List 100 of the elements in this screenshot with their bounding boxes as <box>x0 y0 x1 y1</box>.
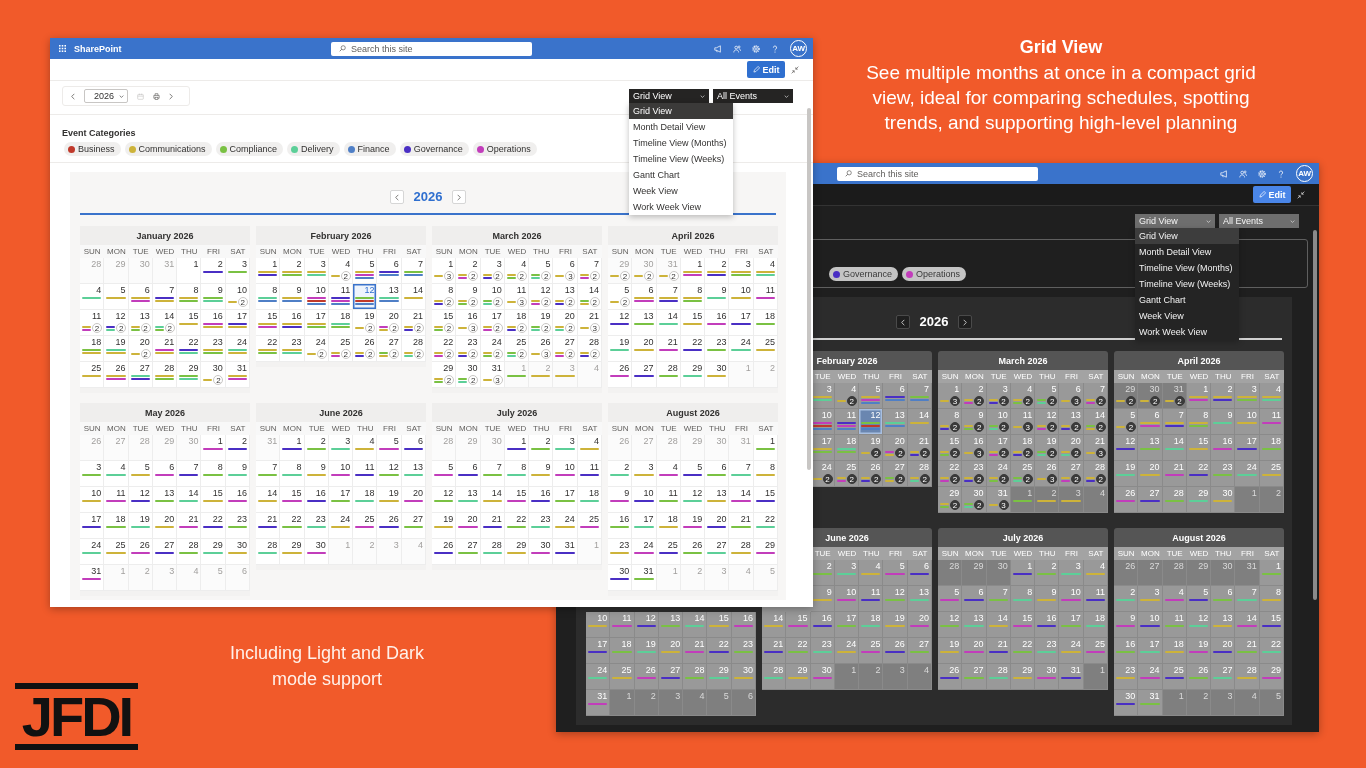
day-cell[interactable]: 7 <box>656 284 681 310</box>
day-cell[interactable]: 26 2 <box>859 461 884 487</box>
day-cell[interactable]: 14 2 <box>1083 409 1108 435</box>
filter-dropdown[interactable]: All Events <box>1219 214 1299 228</box>
megaphone-icon[interactable] <box>1220 169 1228 178</box>
day-cell[interactable]: 7 <box>480 461 505 487</box>
day-cell[interactable]: 31 <box>225 362 250 388</box>
category-chip[interactable]: Compliance <box>215 142 284 156</box>
day-cell[interactable]: 18 <box>104 513 129 539</box>
day-cell[interactable]: 3 <box>328 435 354 461</box>
day-cell[interactable]: 18 2 <box>1010 435 1036 461</box>
day-cell[interactable]: 3 <box>80 461 105 487</box>
day-cell[interactable]: 12 <box>377 461 402 487</box>
more-events-badge[interactable]: 2 <box>237 297 248 307</box>
more-events-badge[interactable]: 2 <box>974 396 985 406</box>
day-cell[interactable]: 15 <box>504 487 530 513</box>
more-events-badge[interactable]: 2 <box>1047 448 1058 458</box>
filter-dropdown[interactable]: All Events <box>713 89 793 103</box>
more-events-badge[interactable]: 2 <box>974 474 985 484</box>
more-events-badge[interactable]: 2 <box>950 422 960 432</box>
megaphone-icon[interactable] <box>714 44 722 53</box>
day-cell[interactable]: 24 2 <box>304 336 329 362</box>
more-events-badge[interactable]: 2 <box>998 474 1009 484</box>
day-cell[interactable]: 22 <box>201 513 226 539</box>
scrollbar-thumb[interactable] <box>1313 230 1317 600</box>
view-dropdown[interactable]: Grid View <box>629 89 709 103</box>
day-cell[interactable]: 20 2 <box>128 336 153 362</box>
day-cell[interactable]: 23 <box>529 513 554 539</box>
view-dropdown[interactable]: Grid View <box>1135 214 1215 228</box>
edit-button[interactable]: Edit <box>1253 186 1291 203</box>
more-events-badge[interactable]: 2 <box>516 271 527 281</box>
more-events-badge[interactable]: 3 <box>492 375 503 385</box>
day-cell[interactable]: 19 2 <box>353 310 378 336</box>
day-cell[interactable]: 25 <box>80 362 105 388</box>
more-events-badge[interactable]: 2 <box>589 271 600 281</box>
day-cell[interactable]: 22 <box>680 336 706 362</box>
category-chip[interactable]: Operations <box>472 142 537 156</box>
day-cell[interactable]: 20 2 <box>377 310 402 336</box>
day-cell[interactable]: 13 <box>705 487 730 513</box>
day-cell[interactable]: 28 <box>480 539 505 565</box>
day-cell[interactable]: 15 <box>753 487 778 513</box>
day-cell[interactable]: 8 <box>753 461 778 487</box>
more-events-badge[interactable]: 2 <box>213 375 224 385</box>
more-events-badge[interactable]: 2 <box>846 396 857 406</box>
day-cell[interactable]: 9 2 <box>456 284 481 310</box>
day-cell[interactable]: 30 2 <box>962 487 987 513</box>
day-cell[interactable]: 6 <box>705 461 730 487</box>
day-cell[interactable]: 20 <box>632 336 657 362</box>
category-chip[interactable]: Communications <box>124 142 212 156</box>
day-cell[interactable]: 19 2 <box>529 310 554 336</box>
day-cell[interactable]: 19 <box>608 336 633 362</box>
day-cell[interactable]: 4 2 <box>1010 383 1036 409</box>
more-events-badge[interactable]: 2 <box>871 474 882 484</box>
more-events-badge[interactable]: 2 <box>365 323 376 333</box>
day-cell[interactable]: 22 2 <box>432 336 457 362</box>
more-events-badge[interactable]: 2 <box>1095 422 1106 432</box>
day-cell[interactable]: 18 <box>656 513 681 539</box>
day-cell[interactable]: 24 <box>632 539 657 565</box>
app-title[interactable]: SharePoint <box>74 43 122 54</box>
day-cell[interactable]: 1 <box>680 258 706 284</box>
day-cell[interactable]: 3 <box>225 258 250 284</box>
menu-item[interactable]: Grid View <box>1135 228 1239 244</box>
more-events-badge[interactable]: 2 <box>919 474 930 484</box>
more-events-badge[interactable]: 2 <box>589 349 600 359</box>
day-cell[interactable]: 29 2 <box>608 258 633 284</box>
day-cell[interactable]: 28 2 <box>401 336 426 362</box>
more-events-badge[interactable]: 2 <box>1022 474 1033 484</box>
day-cell[interactable]: 4 <box>353 435 378 461</box>
day-cell[interactable]: 1 <box>504 435 530 461</box>
more-events-badge[interactable]: 2 <box>389 349 400 359</box>
day-cell[interactable]: 28 2 <box>1083 461 1108 487</box>
day-cell[interactable]: 21 <box>729 513 754 539</box>
day-cell[interactable]: 30 2 <box>1138 383 1163 409</box>
more-events-badge[interactable]: 2 <box>998 422 1009 432</box>
more-events-badge[interactable]: 2 <box>950 448 960 458</box>
menu-item[interactable]: Month Detail View <box>1135 244 1239 260</box>
day-cell[interactable]: 17 2 <box>986 435 1011 461</box>
day-cell[interactable]: 15 <box>201 487 226 513</box>
day-cell[interactable]: 15 2 <box>432 310 457 336</box>
day-cell[interactable]: 5 <box>128 461 153 487</box>
day-cell[interactable]: 14 2 <box>152 310 178 336</box>
more-events-badge[interactable]: 2 <box>565 297 576 307</box>
menu-item[interactable]: Work Week View <box>629 199 733 215</box>
day-cell[interactable]: 30 2 <box>456 362 481 388</box>
day-cell[interactable]: 16 <box>225 487 250 513</box>
more-events-badge[interactable]: 2 <box>365 349 376 359</box>
day-cell[interactable]: 10 2 <box>225 284 250 310</box>
day-cell[interactable]: 21 <box>152 336 178 362</box>
day-cell[interactable]: 2 <box>608 461 633 487</box>
day-cell[interactable]: 11 <box>656 487 681 513</box>
more-events-badge[interactable]: 2 <box>316 349 327 359</box>
more-events-badge[interactable]: 2 <box>1047 396 1058 406</box>
day-cell[interactable]: 25 2 <box>1010 461 1036 487</box>
day-cell[interactable]: 2 2 <box>962 383 987 409</box>
day-cell[interactable]: 14 <box>177 487 202 513</box>
more-events-badge[interactable]: 2 <box>1126 422 1136 432</box>
day-cell[interactable]: 12 2 <box>529 284 554 310</box>
more-events-badge[interactable]: 2 <box>468 297 479 307</box>
day-cell[interactable]: 12 <box>608 310 633 336</box>
more-events-badge[interactable]: 2 <box>468 375 479 385</box>
